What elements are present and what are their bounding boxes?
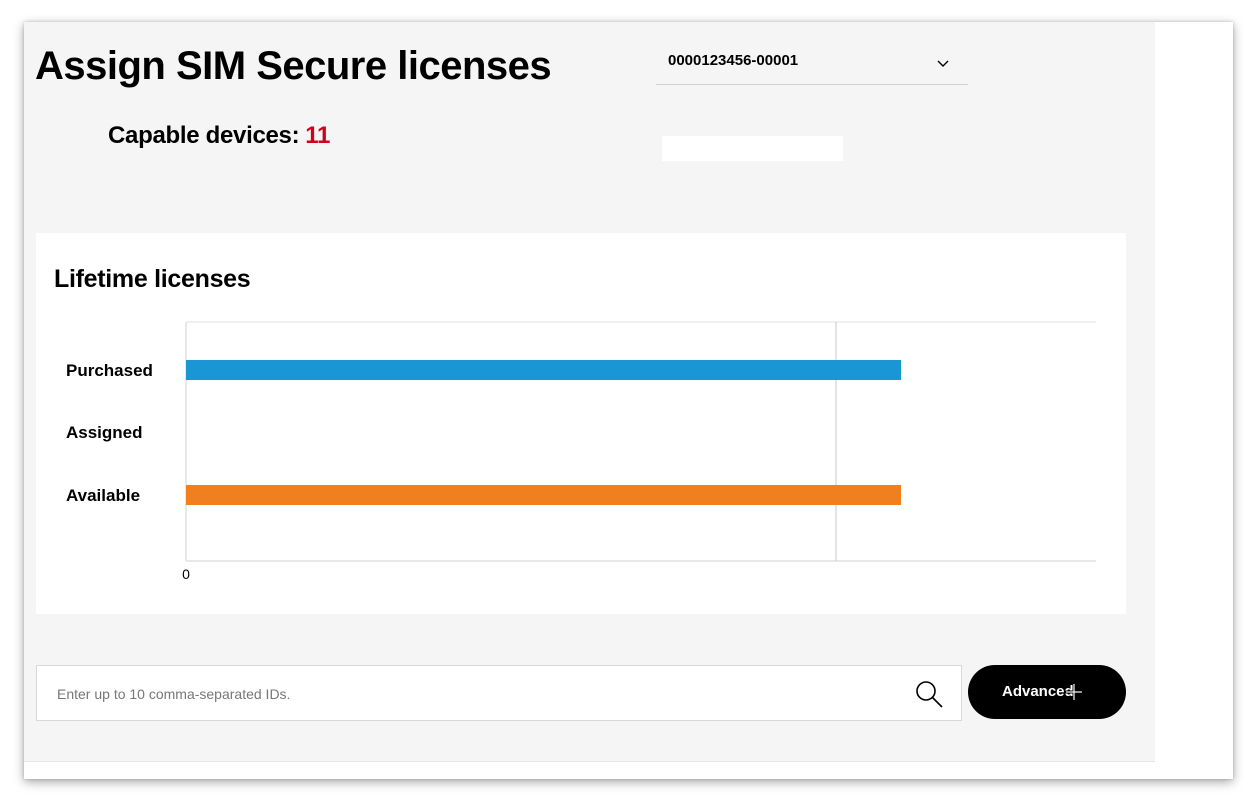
right-panel xyxy=(1155,22,1233,779)
account-dropdown[interactable]: 0000123456-00001 xyxy=(656,46,968,85)
advanced-button[interactable]: Advanced xyxy=(968,665,1126,719)
account-dropdown-value: 0000123456-00001 xyxy=(668,52,799,69)
advanced-button-label: Advanced xyxy=(1002,683,1074,700)
chart-category-label: Assigned xyxy=(66,423,143,442)
screen: Assign SIM Secure licenses 0000123456-00… xyxy=(0,0,1251,796)
search-field[interactable] xyxy=(36,665,962,721)
page-title: Assign SIM Secure licenses xyxy=(35,44,552,88)
chart-category-label: Purchased xyxy=(66,361,153,380)
bottom-panel xyxy=(24,761,1155,779)
licenses-card: Lifetime licenses Purchased Assigned Avail… xyxy=(36,233,1126,614)
blank-panel xyxy=(662,136,843,161)
search-icon[interactable] xyxy=(913,678,945,710)
chart-bar-available xyxy=(186,485,901,505)
licenses-chart: Purchased Assigned Available 0 xyxy=(66,321,1096,582)
chart-bar-purchased xyxy=(186,360,901,380)
capable-devices-label: Capable devices: xyxy=(108,122,300,149)
chevron-down-icon xyxy=(937,60,949,67)
chart-category-label: Available xyxy=(66,486,140,505)
capable-devices-count: 11 xyxy=(305,122,331,149)
app-window: Assign SIM Secure licenses 0000123456-00… xyxy=(24,22,1233,779)
capable-devices: Capable devices: 11 xyxy=(108,122,330,150)
search-input[interactable] xyxy=(55,680,899,708)
chart-x-tick-label: 0 xyxy=(182,566,190,582)
